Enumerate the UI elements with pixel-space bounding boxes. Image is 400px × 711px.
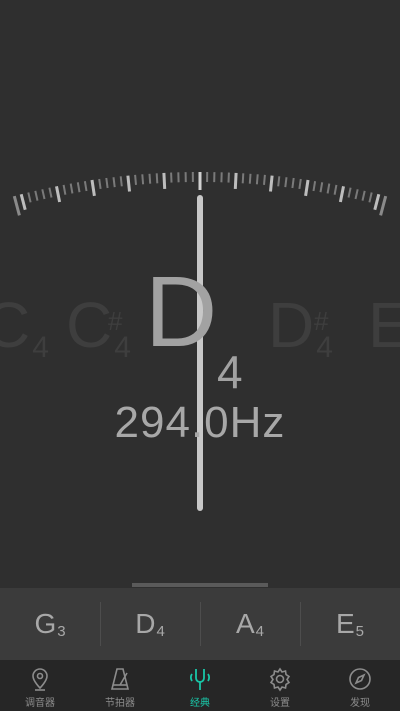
metronome-icon xyxy=(110,668,130,690)
dial-tick xyxy=(69,183,74,194)
dial-tick xyxy=(134,174,137,185)
dial-tick xyxy=(98,178,102,190)
dial-tick xyxy=(326,183,331,194)
note-strip-item: C #4 xyxy=(66,289,131,364)
tab-tuner[interactable]: 调音器 xyxy=(0,660,80,711)
dial-tick xyxy=(19,193,27,211)
tab-settings[interactable]: 设置 xyxy=(240,660,320,711)
dial-tick xyxy=(379,195,388,216)
dial-tick xyxy=(354,189,359,200)
dial-tick xyxy=(141,174,145,185)
dial-tick xyxy=(291,177,295,189)
dial-tick xyxy=(34,190,39,201)
dial-tick xyxy=(248,173,252,184)
dial-tick xyxy=(162,172,167,189)
dial-tick xyxy=(284,177,288,188)
frequency-readout: 294.0Hz xyxy=(114,398,286,447)
dial-tick xyxy=(361,190,366,201)
dial-tick xyxy=(12,195,21,216)
dial-tick xyxy=(126,175,131,192)
location-pin-icon xyxy=(32,668,48,691)
bottom-tab-bar: 调音器 节拍器 经典 设置 发现 xyxy=(0,660,400,711)
dial-tick xyxy=(119,176,123,187)
compass-icon xyxy=(349,668,371,690)
dial-tick xyxy=(347,187,352,198)
dial-tick xyxy=(241,173,245,184)
string-button-e5[interactable]: E5 xyxy=(300,588,400,660)
gear-icon xyxy=(269,667,291,692)
string-selector: G3 D4 A4 E5 xyxy=(0,588,400,660)
dial-tick xyxy=(312,181,317,192)
string-button-a4[interactable]: A4 xyxy=(200,588,300,660)
dial-tick xyxy=(368,192,373,203)
note-strip-item: E xyxy=(368,289,400,361)
note-letter: D xyxy=(145,256,218,368)
note-strip-item: C4 xyxy=(0,289,49,364)
dial-tick xyxy=(83,181,88,192)
dial-tick xyxy=(373,193,381,211)
string-button-d4[interactable]: D4 xyxy=(100,588,200,660)
dial-tick xyxy=(304,179,310,197)
tab-classic[interactable]: 经典 xyxy=(160,660,240,711)
string-button-g3[interactable]: G3 xyxy=(0,588,100,660)
dial-tick xyxy=(76,182,81,193)
tab-discover[interactable]: 发现 xyxy=(320,660,400,711)
dial-tick xyxy=(27,192,32,203)
dial-tick xyxy=(90,179,96,197)
dial-tick xyxy=(255,174,259,185)
dial-tick xyxy=(112,177,116,188)
dial-tick xyxy=(62,184,67,195)
dial-tick xyxy=(155,173,159,184)
tab-metronome[interactable]: 节拍器 xyxy=(80,660,160,711)
dial-tick xyxy=(148,173,152,184)
dial-tick xyxy=(277,176,281,187)
dial-tick xyxy=(105,177,109,189)
dial-tick xyxy=(55,186,62,203)
dial-tick xyxy=(269,175,274,192)
dial-tick xyxy=(233,172,238,189)
dial-tick xyxy=(298,178,302,190)
dial-tick xyxy=(41,189,46,200)
dial-tick xyxy=(48,187,53,198)
note-strip-item: D #4 xyxy=(268,289,333,364)
dial-tick xyxy=(338,186,345,203)
dial-tick xyxy=(263,174,266,185)
drag-handle[interactable] xyxy=(132,583,268,587)
dial-tick xyxy=(319,182,324,193)
detected-note: D4 xyxy=(145,262,243,398)
tuning-fork-icon xyxy=(189,669,211,690)
dial-tick xyxy=(333,184,338,195)
